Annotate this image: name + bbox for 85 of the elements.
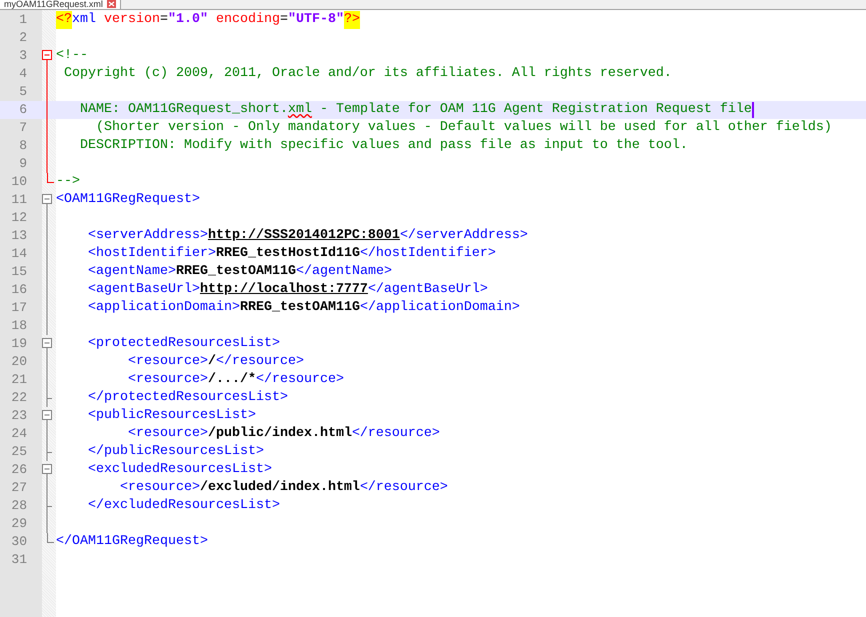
line-number: 14 — [10, 245, 27, 264]
line-number: 4 — [18, 65, 27, 84]
line-number: 13 — [10, 227, 27, 246]
line-number: 27 — [10, 479, 27, 498]
element-value: RREG_testOAM11G — [240, 299, 360, 317]
tab-label: myOAM11GRequest.xml — [4, 0, 103, 9]
line-number: 12 — [10, 209, 27, 228]
line-number: 18 — [10, 317, 27, 336]
element-value: /public/index.html — [208, 425, 352, 443]
xml-tag: </protectedResourcesList> — [56, 389, 288, 407]
xml-declaration-mark: <? — [56, 11, 72, 29]
xml-tag: </resource> — [352, 425, 440, 443]
misspelled-word: xml — [288, 101, 312, 119]
line-number: 25 — [10, 443, 27, 462]
xml-tag: <serverAddress> — [56, 227, 208, 245]
attribute-name: encoding — [214, 11, 280, 29]
line-number: 22 — [10, 389, 27, 408]
xml-tag: </serverAddress> — [400, 227, 528, 245]
line-number: 7 — [18, 119, 27, 138]
xml-tag: <excludedResourcesList> — [56, 461, 272, 479]
comment-text: - Template for OAM 11G Agent Registration Request file — [318, 101, 752, 119]
line-number: 28 — [10, 497, 27, 516]
line-number: 29 — [10, 515, 27, 534]
xml-tag: <agentBaseUrl> — [56, 281, 200, 299]
xml-tag: <applicationDomain> — [56, 299, 240, 317]
xml-tag: <OAM11GRegRequest> — [56, 191, 200, 209]
element-value: /.../* — [208, 371, 256, 389]
line-number: 24 — [10, 425, 27, 444]
xml-tag: <resource> — [56, 425, 208, 443]
xml-tag: <resource> — [56, 479, 200, 497]
xml-tag: </OAM11GRegRequest> — [56, 533, 208, 551]
xml-tag: </agentBaseUrl> — [368, 281, 488, 299]
attribute-value: "UTF-8" — [288, 11, 344, 29]
xml-tag: <publicResourcesList> — [56, 407, 256, 425]
comment-text: --> — [56, 173, 80, 191]
line-number: 3 — [18, 47, 27, 66]
line-number: 9 — [18, 155, 27, 174]
comment-text: <!-- — [56, 47, 88, 65]
xml-tag: </hostIdentifier> — [360, 245, 496, 263]
line-number: 21 — [10, 371, 27, 390]
line-number: 2 — [18, 29, 27, 48]
attribute-value: "1.0" — [168, 11, 208, 29]
xml-tag: <hostIdentifier> — [56, 245, 216, 263]
line-number: 23 — [10, 407, 27, 426]
xml-tag: </resource> — [216, 353, 304, 371]
element-value: /excluded/index.html — [200, 479, 360, 497]
comment-text: (Shorter version - Only mandatory values - Default values will be used for all other fields) — [94, 119, 832, 137]
element-value: RREG_testHostId11G — [216, 245, 360, 263]
xml-tag: <protectedResourcesList> — [56, 335, 280, 353]
line-number: 11 — [10, 191, 27, 210]
xml-tag: xml — [72, 11, 96, 29]
line-number: 6 — [18, 101, 27, 120]
xml-tag: </resource> — [360, 479, 448, 497]
line-number: 1 — [18, 11, 27, 30]
file-tab[interactable]: myOAM11GRequest.xml — [0, 0, 121, 9]
xml-tag: </publicResourcesList> — [56, 443, 264, 461]
line-number: 8 — [18, 137, 27, 156]
line-number: 15 — [10, 263, 27, 282]
line-number: 30 — [10, 533, 27, 552]
line-number: 16 — [10, 281, 27, 300]
line-number: 19 — [10, 335, 27, 354]
line-number: 26 — [10, 461, 27, 480]
comment-text: Copyright (c) 2009, 2011, Oracle and/or its affiliates. All rights reserved. — [62, 65, 672, 83]
attribute-name: version — [102, 11, 160, 29]
xml-tag: <resource> — [56, 371, 208, 389]
equals-sign: = — [160, 11, 168, 29]
comment-text: NAME: OAM11GRequest_short. — [78, 101, 288, 119]
element-value: / — [208, 353, 216, 371]
line-number: 5 — [18, 83, 27, 102]
url-text: http://SSS2014012PC:8001 — [208, 227, 400, 245]
xml-tag: </applicationDomain> — [360, 299, 520, 317]
url-text: http://localhost:7777 — [200, 281, 368, 299]
line-number: 20 — [10, 353, 27, 372]
equals-sign: = — [280, 11, 288, 29]
xml-tag: </agentName> — [296, 263, 392, 281]
comment-text: DESCRIPTION: Modify with specific values and pass file as input to the tool. — [78, 137, 688, 155]
xml-tag: <agentName> — [56, 263, 176, 281]
line-number: 10 — [10, 173, 27, 192]
line-number: 17 — [10, 299, 27, 318]
xml-tag: </resource> — [256, 371, 344, 389]
xml-declaration-mark: ?> — [344, 11, 360, 29]
xml-tag: <resource> — [56, 353, 208, 371]
xml-tag: </excludedResourcesList> — [56, 497, 280, 515]
element-value: RREG_testOAM11G — [176, 263, 296, 281]
line-number: 31 — [10, 551, 27, 570]
